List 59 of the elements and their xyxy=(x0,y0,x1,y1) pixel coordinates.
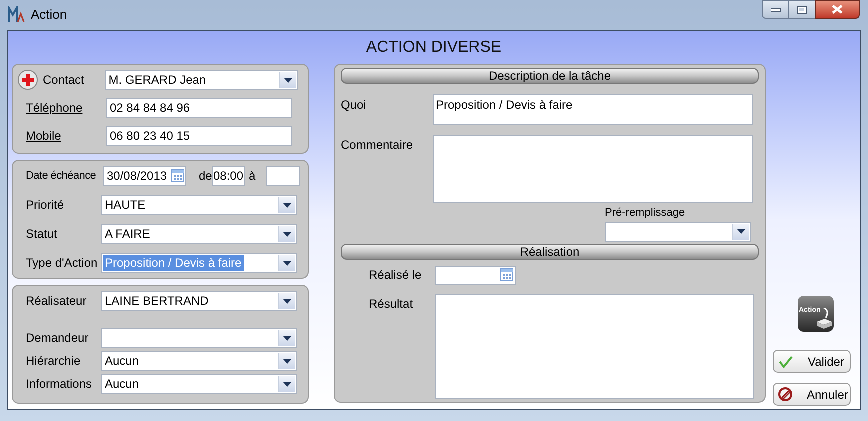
dropdown-value: M. GERARD Jean xyxy=(108,72,208,89)
close-icon xyxy=(832,5,843,14)
field-label: Quoi xyxy=(341,97,368,114)
field-label: Mobile xyxy=(25,128,62,145)
maximize-icon xyxy=(797,6,807,14)
field-label: à xyxy=(249,168,257,185)
dropdown-value: Proposition / Devis à faire xyxy=(103,255,244,271)
date-field[interactable] xyxy=(435,266,516,284)
calendar-icon[interactable] xyxy=(171,169,185,183)
dropdown-value: HAUTE xyxy=(104,197,147,214)
field-label: Informations xyxy=(26,376,94,393)
maximize-button[interactable] xyxy=(789,0,815,19)
validate-button[interactable]: Valider xyxy=(773,350,851,373)
field-label: Contact xyxy=(43,72,84,89)
field-label: Hiérarchie xyxy=(26,353,82,370)
field-label: Commentaire xyxy=(341,137,414,154)
add-contact-icon[interactable] xyxy=(18,70,38,90)
dropdown-field[interactable]: A FAIRE xyxy=(101,224,297,244)
cancel-button[interactable]: Annuler xyxy=(773,383,851,406)
checkmark-icon xyxy=(778,354,794,368)
dropdown-value: LAINE BERTRAND xyxy=(104,293,210,310)
date-value: 30/08/2013 xyxy=(107,168,168,185)
field-label: de xyxy=(199,168,212,185)
section-header: Réalisation xyxy=(341,244,759,260)
dialog-heading: ACTION DIVERSE xyxy=(366,38,502,58)
dropdown-value: Aucun xyxy=(104,353,140,370)
field-label: Demandeur xyxy=(26,330,90,347)
text-field[interactable]: 06 80 23 40 15 xyxy=(106,126,292,146)
close-button[interactable] xyxy=(815,0,860,19)
time-field[interactable] xyxy=(266,166,300,186)
dropdown-field[interactable] xyxy=(605,222,751,242)
field-label: Pré-remplissage xyxy=(605,206,686,221)
minimize-button[interactable] xyxy=(762,0,789,19)
field-label: Réalisé le xyxy=(369,267,423,284)
field-label: Résultat xyxy=(369,296,414,312)
calendar-icon[interactable] xyxy=(500,268,514,282)
dropdown-field[interactable]: LAINE BERTRAND xyxy=(101,291,297,311)
section-header: Description de la tâche xyxy=(341,68,759,84)
text-area[interactable]: Proposition / Devis à faire xyxy=(433,94,753,125)
field-label: Réalisateur xyxy=(26,293,88,310)
dropdown-field[interactable]: M. GERARD Jean xyxy=(104,70,298,90)
cancel-icon xyxy=(778,387,793,402)
field-label: Priorité xyxy=(26,197,66,214)
dropdown-field[interactable]: HAUTE xyxy=(101,195,297,215)
field-label: Statut xyxy=(26,226,58,243)
field-label: Type d'Action xyxy=(26,255,99,272)
dropdown-value: A FAIRE xyxy=(104,226,152,243)
dropdown-value: Aucun xyxy=(104,376,140,393)
field-label: Date échéance xyxy=(26,168,98,184)
dropdown-field[interactable]: Aucun xyxy=(101,351,297,371)
dropdown-field[interactable]: Aucun xyxy=(101,374,297,394)
date-field[interactable]: 30/08/2013 xyxy=(103,166,186,186)
minimize-icon xyxy=(770,8,780,12)
dropdown-field[interactable] xyxy=(101,328,297,348)
time-field[interactable]: 08:00 xyxy=(212,166,245,186)
text-field[interactable]: 02 84 84 84 96 xyxy=(106,98,292,118)
field-label: Téléphone xyxy=(25,100,84,117)
app-logo-icon xyxy=(8,6,26,24)
window-title: Action xyxy=(31,6,68,24)
